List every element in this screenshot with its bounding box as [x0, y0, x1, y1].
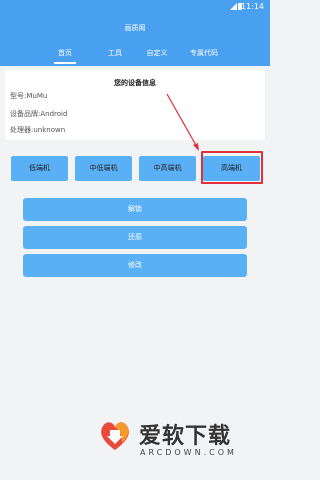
mid-high-end-button[interactable]: 中高端机 [139, 156, 196, 181]
tab-custom[interactable]: 自定义 [141, 42, 173, 66]
watermark-brand: 爱软下载 [139, 424, 232, 449]
status-time: 11:14 [240, 2, 264, 11]
device-info-card: 您的设备信息 型号:MuMu 设备品牌:Android 处理器:unknown [5, 70, 265, 140]
app-title: 画质阁 [0, 14, 270, 42]
highlight-box [201, 151, 263, 184]
brand-logo-icon [101, 422, 129, 450]
modify-button[interactable]: 修改 [23, 254, 247, 277]
watermark: 爱软下载 ARCDOWN.COM [95, 414, 245, 464]
device-processor: 处理器:unknown [10, 126, 66, 134]
tab-bar: 首页 工具 自定义 专属代码 [0, 42, 270, 66]
low-end-button[interactable]: 低端机 [11, 156, 68, 181]
device-info-title: 您的设备信息 [114, 79, 156, 87]
signal-icon [230, 3, 237, 10]
device-model: 型号:MuMu [10, 92, 48, 100]
mid-low-end-button[interactable]: 中低端机 [75, 156, 132, 181]
tab-tools[interactable]: 工具 [100, 42, 130, 66]
device-brand: 设备品牌:Android [10, 110, 68, 118]
unlock-button[interactable]: 解锁 [23, 198, 247, 221]
tab-home[interactable]: 首页 [50, 42, 80, 66]
watermark-domain: ARCDOWN.COM [140, 448, 237, 457]
status-bar: 11:14 [0, 0, 270, 14]
restore-button[interactable]: 还原 [23, 226, 247, 249]
tab-exclusive-code[interactable]: 专属代码 [182, 42, 226, 66]
